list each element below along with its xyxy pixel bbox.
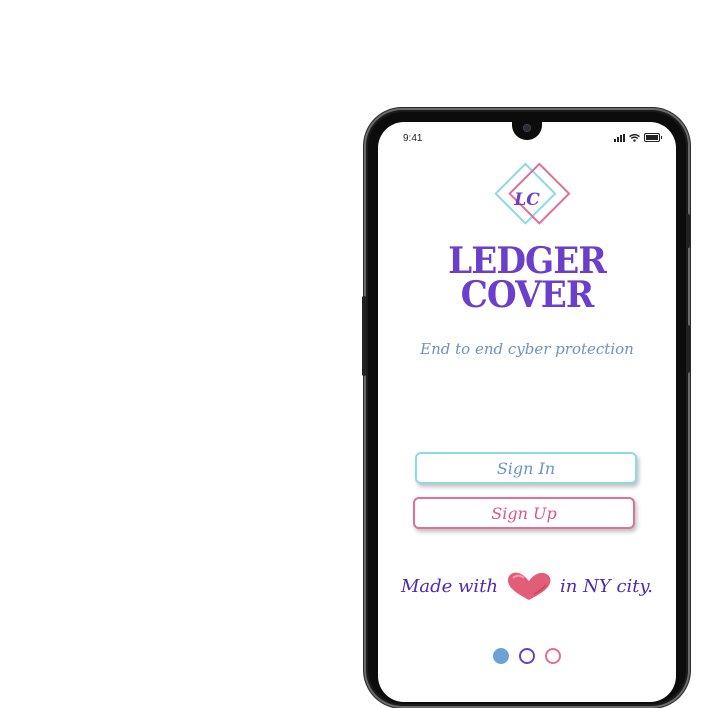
- made-with-footer: Made with in NY city.: [378, 570, 676, 602]
- phone-screen: 9:41 LC LEDGER COVER End to end cyber pr…: [378, 122, 676, 702]
- sign-up-button[interactable]: Sign Up: [413, 497, 635, 529]
- pagination-dot-2[interactable]: [519, 648, 535, 664]
- phone-side-button: [686, 214, 690, 248]
- heart-icon: [507, 572, 551, 600]
- signal-icon: [614, 133, 625, 142]
- status-icons: [614, 133, 662, 142]
- app-title-line-2: COVER: [460, 274, 595, 316]
- tagline: End to end cyber protection: [420, 340, 634, 358]
- wifi-icon: [629, 133, 640, 142]
- ledger-cover-logo: LC: [494, 162, 571, 225]
- status-time: 9:41: [403, 133, 423, 144]
- pagination-dot-1[interactable]: [493, 648, 509, 664]
- made-with-text: Made with: [400, 575, 499, 597]
- sign-in-button[interactable]: Sign In: [415, 452, 637, 484]
- pagination-dots: [378, 648, 676, 664]
- location-text: in NY city.: [560, 575, 654, 597]
- battery-icon: [644, 133, 662, 142]
- camera-icon: [523, 124, 531, 132]
- phone-left-button: [362, 296, 366, 376]
- logo-monogram: LC: [513, 190, 540, 210]
- app-title-line-1: LEDGER: [448, 240, 607, 282]
- camera-notch: [512, 122, 542, 140]
- phone-volume-button: [686, 325, 690, 373]
- pagination-dot-3[interactable]: [545, 648, 561, 664]
